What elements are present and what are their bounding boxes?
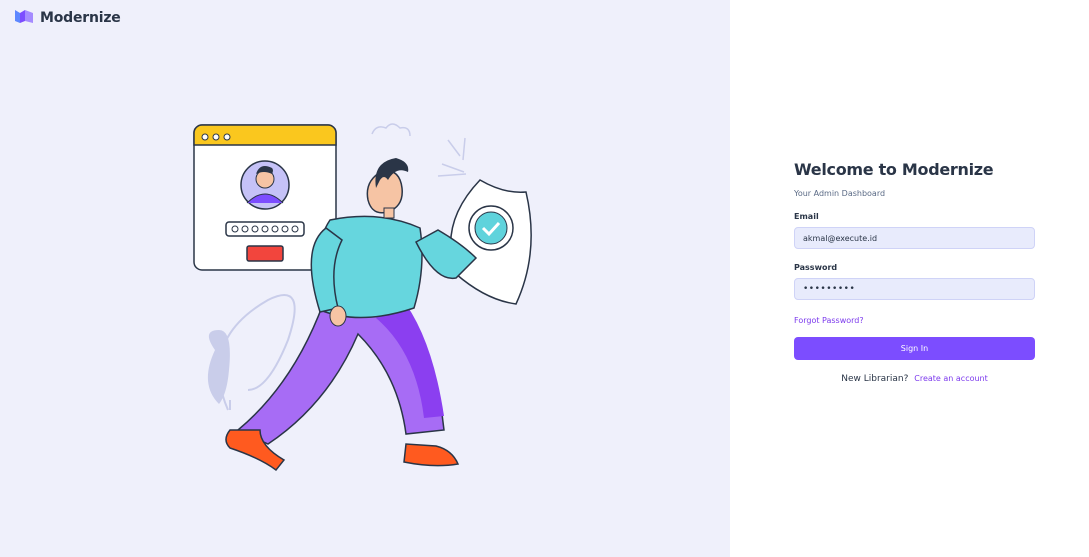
login-page: Modernize Welcome to Modernize Your Admi… bbox=[0, 0, 1089, 557]
illustration-panel: Modernize bbox=[0, 0, 730, 557]
signup-prompt: New Librarian? Create an account bbox=[794, 374, 1035, 384]
new-librarian-text: New Librarian? bbox=[841, 374, 909, 384]
email-field[interactable]: akmal@execute.id bbox=[794, 227, 1035, 249]
forgot-password-link[interactable]: Forgot Password? bbox=[794, 316, 1035, 325]
create-account-link[interactable]: Create an account bbox=[914, 374, 988, 383]
page-subtitle: Your Admin Dashboard bbox=[794, 189, 886, 198]
password-label: Password bbox=[794, 263, 838, 272]
email-label: Email bbox=[794, 212, 819, 221]
password-field[interactable]: ••••••••• bbox=[794, 278, 1035, 300]
sign-in-button[interactable]: Sign In bbox=[794, 337, 1035, 360]
modernize-logo-icon bbox=[14, 8, 34, 28]
login-panel: Welcome to Modernize Your Admin Dashboar… bbox=[730, 0, 1089, 557]
login-form: Welcome to Modernize Your Admin Dashboar… bbox=[794, 160, 1035, 384]
secure-login-illustration bbox=[180, 110, 540, 484]
brand[interactable]: Modernize bbox=[14, 8, 121, 28]
page-title: Welcome to Modernize bbox=[794, 160, 994, 179]
brand-name: Modernize bbox=[40, 10, 121, 26]
